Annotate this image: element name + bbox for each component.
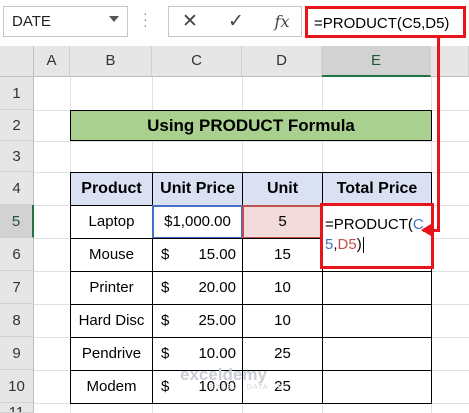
column-header-c[interactable]: C	[152, 46, 242, 77]
column-header-d[interactable]: D	[242, 46, 322, 77]
header-unit-price[interactable]: Unit Price	[152, 172, 243, 206]
column-header-b[interactable]: B	[70, 46, 152, 77]
product-cell[interactable]: Laptop	[70, 205, 153, 239]
row-header-5[interactable]: 5	[0, 205, 34, 238]
product-cell[interactable]: Hard Disc	[70, 304, 153, 338]
text-cursor	[362, 237, 364, 254]
row-header-3[interactable]: 3	[0, 141, 34, 172]
cell-formula-text: =PRODUCT(C5,D5)	[325, 215, 433, 255]
product-cell[interactable]: Mouse	[70, 238, 153, 272]
formula-bar: DATE · · · ✕ ✓ fx =PRODUCT(C5,D5)	[0, 0, 469, 46]
drag-handle-icon[interactable]: · · ·	[143, 6, 148, 32]
unit-price-cell[interactable]: $ 15.00	[152, 238, 243, 272]
row-header-8[interactable]: 8	[0, 304, 34, 337]
watermark-logo: exceldemy	[180, 365, 267, 384]
connector-line	[437, 37, 440, 232]
checkmark-icon[interactable]: ✓	[221, 10, 251, 34]
row-header-6[interactable]: 6	[0, 238, 34, 271]
header-product[interactable]: Product	[70, 172, 153, 206]
gridline	[34, 141, 469, 142]
formula-suffix: )	[356, 236, 362, 253]
product-cell[interactable]: Pendrive	[70, 337, 153, 371]
unit-cell[interactable]: 15	[242, 238, 323, 272]
total-price-cell[interactable]	[322, 370, 432, 404]
product-cell[interactable]: Printer	[70, 271, 153, 305]
row-header-1[interactable]: 1	[0, 77, 34, 110]
close-icon[interactable]: ✕	[175, 10, 205, 34]
row-header-2[interactable]: 2	[0, 110, 34, 141]
insert-function-icon[interactable]: fx	[267, 10, 297, 34]
header-unit[interactable]: Unit	[242, 172, 323, 206]
unit-cell-d5[interactable]: 5	[242, 205, 323, 239]
name-box[interactable]: DATE	[3, 6, 128, 37]
formula-input[interactable]: =PRODUCT(C5,D5)	[305, 6, 466, 38]
currency-symbol: $	[161, 246, 170, 263]
row-header-10[interactable]: 10	[0, 370, 34, 403]
currency-symbol: $	[161, 279, 170, 296]
editing-cell-e5[interactable]: =PRODUCT(C5,D5)	[320, 203, 434, 269]
unit-cell[interactable]: 10	[242, 304, 323, 338]
select-all-corner[interactable]	[0, 46, 34, 77]
unit-price-cell-c5[interactable]: $1,000.00	[152, 205, 243, 239]
watermark-tagline: EXCEL · DATA · BI	[210, 384, 286, 391]
formula-prefix: =PRODUCT(	[325, 216, 413, 233]
unit-price-cell[interactable]: $ 25.00	[152, 304, 243, 338]
formula-text: =PRODUCT(C5,D5)	[314, 15, 450, 32]
row-header-9[interactable]: 9	[0, 337, 34, 370]
price-amount: 20.00	[198, 279, 236, 296]
column-header-e[interactable]: E	[322, 46, 431, 77]
price-amount: 25.00	[198, 312, 236, 329]
currency-symbol: $	[161, 345, 170, 362]
total-price-cell[interactable]	[322, 304, 432, 338]
row-header-4[interactable]: 4	[0, 172, 34, 205]
chevron-down-icon[interactable]	[109, 16, 119, 22]
column-header-a[interactable]: A	[34, 46, 70, 77]
name-box-value: DATE	[12, 13, 51, 30]
price-amount: 15.00	[198, 246, 236, 263]
total-price-cell[interactable]	[322, 337, 432, 371]
formula-ref-d5: D5	[337, 236, 357, 253]
unit-price-cell[interactable]: $ 20.00	[152, 271, 243, 305]
row-header-11[interactable]: 11	[0, 403, 34, 413]
currency-symbol: $	[161, 312, 170, 329]
currency-symbol: $	[161, 378, 170, 395]
unit-cell[interactable]: 10	[242, 271, 323, 305]
row-header-7[interactable]: 7	[0, 271, 34, 304]
formula-controls: ✕ ✓ fx	[168, 6, 302, 37]
title-cell[interactable]: Using PRODUCT Formula	[70, 110, 432, 141]
arrow-head-icon	[421, 224, 431, 236]
header-total-price[interactable]: Total Price	[322, 172, 432, 206]
total-price-cell[interactable]	[322, 271, 432, 305]
product-cell[interactable]: Modem	[70, 370, 153, 404]
